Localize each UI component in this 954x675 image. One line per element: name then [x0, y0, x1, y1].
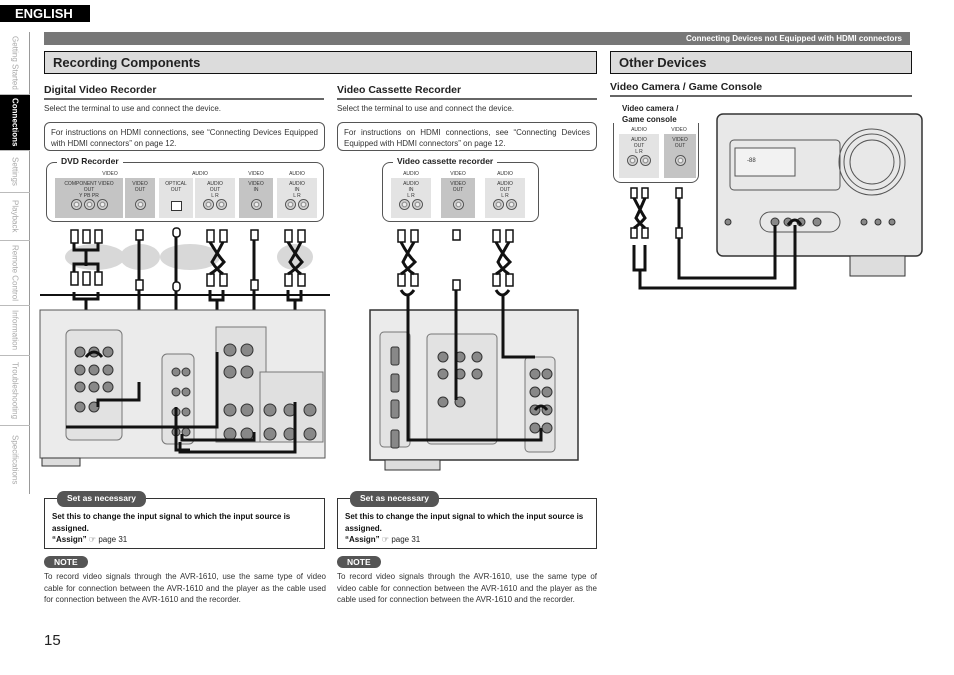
dvr-note-text: To record video signals through the AVR-…	[44, 572, 326, 604]
dvr-instruction: Select the terminal to use and connect t…	[44, 104, 221, 113]
audio-in: AUDIO IN L R	[277, 178, 317, 218]
jack-pb	[83, 199, 95, 210]
vcr-heading: Video Cassette Recorder	[337, 84, 597, 100]
vcr-hdmi-note: For instructions on HDMI connections, se…	[337, 122, 597, 151]
dvd-recorder-label: DVD Recorder	[57, 156, 123, 166]
page-number: 15	[44, 632, 61, 649]
side-nav: Getting Started Connections Settings Pla…	[0, 32, 30, 494]
side-nav-settings[interactable]: Settings	[0, 151, 30, 193]
dvr-set-as-necessary: Set as necessary Set this to change the …	[44, 491, 325, 549]
jack-y	[70, 199, 82, 210]
recording-components-heading: Recording Components	[44, 51, 597, 74]
dvr-note-tag: NOTE	[44, 556, 88, 568]
video-in: VIDEO IN	[239, 178, 273, 218]
side-nav-remote-control[interactable]: Remote Control	[0, 241, 30, 306]
vcr-connection-diagram	[369, 229, 579, 471]
display-readout: -88	[747, 158, 756, 164]
vcr-panel: Video cassette recorder AUDIO VIDEO AUDI…	[382, 156, 539, 222]
side-nav-getting-started[interactable]: Getting Started	[0, 32, 30, 95]
side-nav-troubleshooting[interactable]: Troubleshooting	[0, 356, 30, 426]
jack-video-out	[134, 199, 146, 210]
side-nav-connections[interactable]: Connections	[0, 95, 30, 151]
header-bar: Connecting Devices not Equipped with HDM…	[44, 32, 910, 45]
side-nav-information[interactable]: Information	[0, 306, 30, 356]
vcr-set-as-necessary: Set as necessary Set this to change the …	[337, 491, 597, 549]
dvr-heading: Digital Video Recorder	[44, 84, 324, 100]
side-nav-specifications[interactable]: Specifications	[0, 426, 30, 494]
camera-heading: Video Camera / Game Console	[610, 81, 912, 97]
jack-pr	[96, 199, 108, 210]
vcr-label: Video cassette recorder	[393, 156, 498, 166]
dvd-recorder-panel: DVD Recorder VIDEO AUDIO VIDEO AUDIO COM…	[46, 156, 324, 222]
side-nav-playback[interactable]: Playback	[0, 193, 30, 241]
component-video-out: COMPONENT VIDEO OUT Y PB PR	[55, 178, 123, 218]
camera-connection-diagram: -88	[630, 113, 923, 290]
video-out: VIDEO OUT	[125, 178, 155, 218]
vcr-assign-page-link[interactable]: page 31	[391, 535, 420, 544]
dvr-hdmi-note: For instructions on HDMI connections, se…	[44, 122, 325, 151]
vcr-note-text: To record video signals through the AVR-…	[337, 572, 597, 604]
other-devices-heading: Other Devices	[610, 51, 912, 74]
dvr-assign-page-link[interactable]: page 31	[98, 535, 127, 544]
reference-icon: ☞	[381, 535, 390, 544]
reference-icon: ☞	[88, 535, 97, 544]
audio-out: AUDIO OUT L R	[195, 178, 235, 218]
optical-jack	[170, 201, 182, 211]
vcr-note-tag: NOTE	[337, 556, 381, 568]
language-tab: ENGLISH	[0, 5, 90, 22]
vcr-instruction: Select the terminal to use and connect t…	[337, 104, 514, 113]
dvr-connection-diagram	[39, 227, 330, 467]
optical-out: OPTICAL OUT	[159, 178, 193, 218]
